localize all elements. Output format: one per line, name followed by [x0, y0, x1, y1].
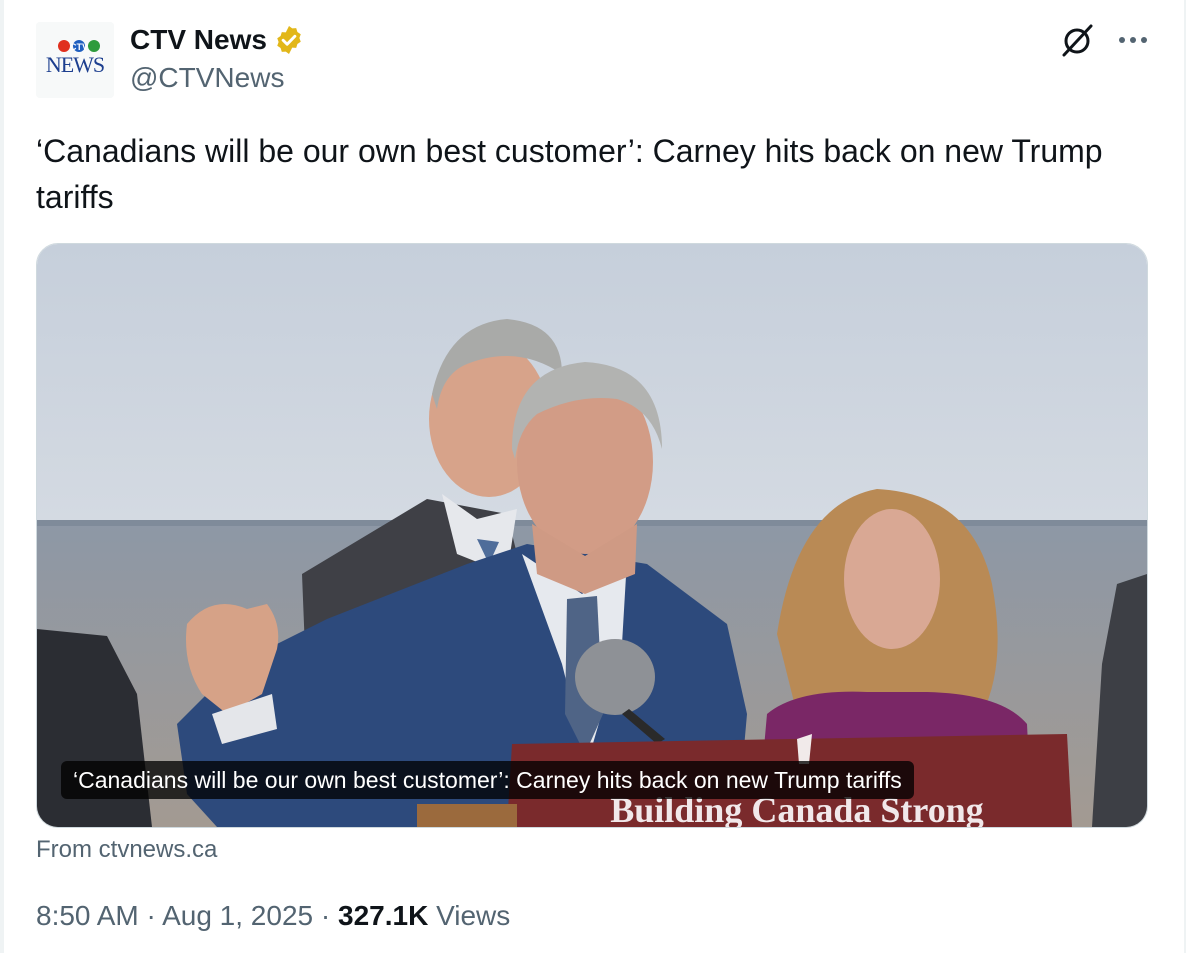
display-name-row: CTV News: [130, 22, 305, 58]
tweet-meta: 8:50 AM · Aug 1, 2025 · 327.1K Views: [36, 900, 510, 932]
tweet-time[interactable]: 8:50 AM: [36, 900, 139, 931]
grok-icon: [1062, 24, 1093, 57]
grok-button[interactable]: [1060, 22, 1096, 58]
frame-border-left: [0, 0, 4, 953]
views-count: 327.1K: [338, 900, 429, 931]
tweet-header: CTV NEWS CTV News @CTVNews: [36, 22, 1156, 102]
meta-separator: ·: [138, 900, 163, 931]
tweet-text: ‘Canadians will be our own best customer…: [36, 133, 1103, 215]
card-source-link[interactable]: From ctvnews.ca: [36, 836, 217, 864]
account-handle[interactable]: @CTVNews: [130, 62, 305, 94]
account-names: CTV News @CTVNews: [130, 22, 305, 94]
display-name[interactable]: CTV News: [130, 24, 267, 56]
more-horizontal-icon: [1119, 37, 1147, 43]
meta-separator-2: ·: [313, 900, 338, 931]
frame-border-right: [1184, 0, 1186, 953]
logo-text-top: CTV: [70, 42, 88, 52]
ctv-news-logo: CTV NEWS: [36, 22, 114, 98]
more-options-button[interactable]: [1114, 22, 1154, 58]
tweet-date[interactable]: Aug 1, 2025: [162, 900, 313, 931]
news-photo: Building Canada Strong: [37, 244, 1147, 827]
views-label: Views: [428, 900, 511, 931]
link-card[interactable]: Building Canada Strong ‘Canadians will b…: [36, 243, 1148, 828]
logo-text-bottom: NEWS: [46, 52, 104, 77]
card-title: ‘Canadians will be our own best customer…: [61, 761, 914, 799]
avatar[interactable]: CTV NEWS: [36, 22, 114, 98]
verified-badge-icon[interactable]: [273, 24, 305, 56]
